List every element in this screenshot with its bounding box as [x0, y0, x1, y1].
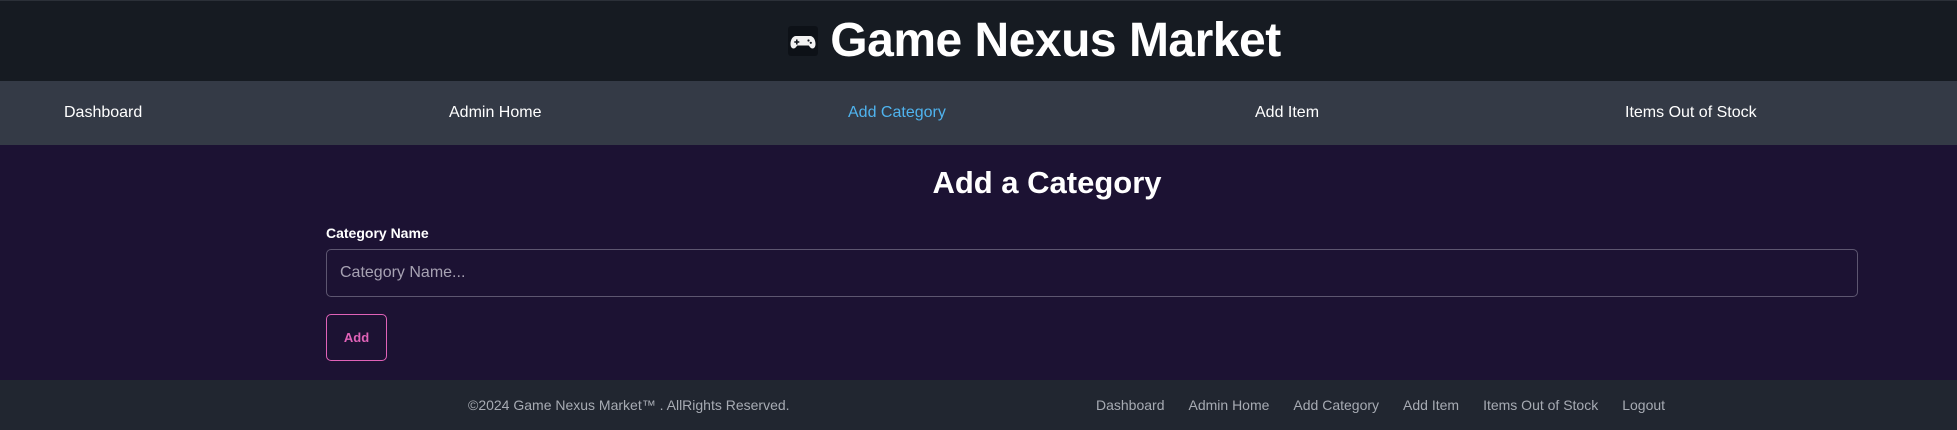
add-button[interactable]: Add [326, 314, 387, 361]
gamepad-icon [786, 24, 820, 58]
nav-add-item[interactable]: Add Item [1255, 81, 1319, 145]
footer-nav: Dashboard Admin Home Add Category Add It… [1096, 380, 1689, 430]
footer-link-add-item[interactable]: Add Item [1403, 397, 1459, 413]
copyright-text: ©2024 Game Nexus Market™ . AllRights Res… [468, 397, 790, 413]
nav-admin-home[interactable]: Admin Home [449, 81, 541, 145]
footer-link-add-category[interactable]: Add Category [1293, 397, 1379, 413]
nav-items-out-of-stock[interactable]: Items Out of Stock [1625, 81, 1757, 145]
footer-link-items-out-of-stock[interactable]: Items Out of Stock [1483, 397, 1598, 413]
footer-link-dashboard[interactable]: Dashboard [1096, 397, 1165, 413]
top-nav: Dashboard Admin Home Add Category Add It… [0, 81, 1957, 145]
site-header: Game Nexus Market [0, 0, 1957, 81]
page-title: Add a Category [932, 165, 1162, 200]
category-name-input[interactable] [326, 249, 1858, 297]
nav-dashboard[interactable]: Dashboard [64, 81, 142, 145]
main-content: Add a Category Category Name Add [0, 145, 1957, 380]
footer-link-admin-home[interactable]: Admin Home [1189, 397, 1270, 413]
footer-link-logout[interactable]: Logout [1622, 397, 1665, 413]
site-footer: ©2024 Game Nexus Market™ . AllRights Res… [0, 380, 1957, 430]
category-name-label: Category Name [326, 225, 429, 241]
page: Game Nexus Market Dashboard Admin Home A… [0, 0, 1957, 430]
brand[interactable]: Game Nexus Market [786, 14, 1281, 67]
site-title: Game Nexus Market [830, 14, 1281, 67]
nav-add-category[interactable]: Add Category [848, 81, 946, 145]
